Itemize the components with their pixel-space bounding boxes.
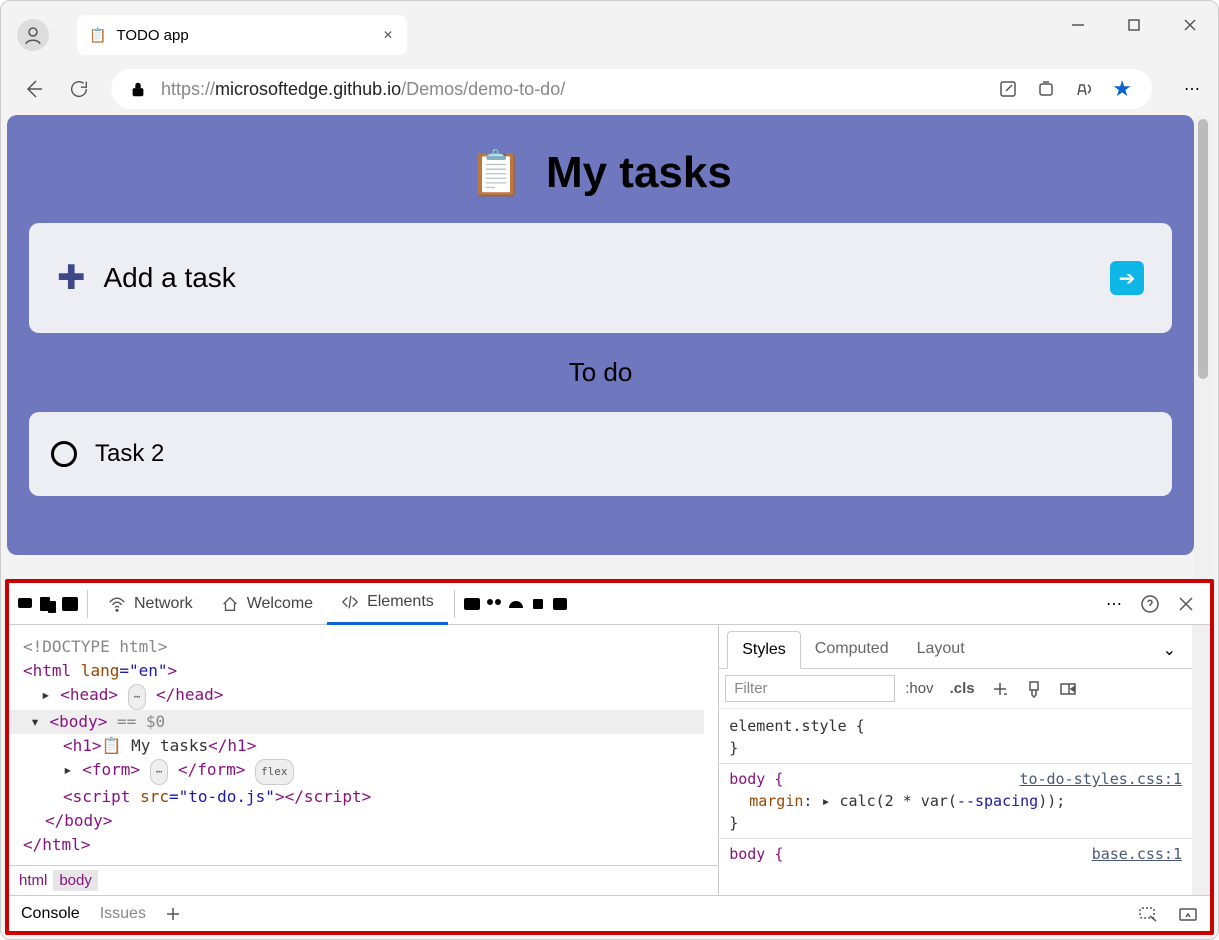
tab-favicon-icon: 📋: [89, 27, 106, 44]
sources-icon[interactable]: [483, 594, 505, 614]
devtools-close-icon[interactable]: [1178, 596, 1194, 612]
browser-window: 📋 TODO app ✕ https://microsoftedge.githu…: [0, 0, 1219, 940]
refresh-button[interactable]: [65, 75, 93, 103]
titlebar: 📋 TODO app ✕: [1, 1, 1218, 63]
tab-elements[interactable]: Elements: [327, 583, 448, 625]
drawer-add-icon[interactable]: [166, 907, 180, 921]
drawer-icon-a[interactable]: [1138, 905, 1158, 923]
submit-button[interactable]: ➔: [1110, 261, 1144, 295]
section-label: To do: [29, 357, 1172, 388]
drawer-issues[interactable]: Issues: [100, 905, 146, 923]
url-box[interactable]: https://microsoftedge.github.io/Demos/de…: [111, 69, 1152, 109]
hov-button[interactable]: :hov: [905, 680, 933, 697]
styles-tab[interactable]: Styles: [727, 631, 801, 669]
url-text: https://microsoftedge.github.io/Demos/de…: [161, 79, 565, 100]
profile-avatar[interactable]: [17, 19, 49, 51]
favorite-star-icon[interactable]: ★: [1112, 76, 1132, 102]
tab-close-icon[interactable]: ✕: [381, 28, 395, 42]
brush-icon[interactable]: [1025, 680, 1043, 698]
inspect-icon[interactable]: [15, 594, 37, 614]
performance-icon[interactable]: [505, 594, 527, 614]
tab-welcome[interactable]: Welcome: [207, 583, 327, 625]
devtools-tabs: Network Welcome Elements ⋯: [9, 583, 1210, 625]
add-task-row[interactable]: ✚ Add a task ➔: [29, 223, 1172, 333]
styles-scrollbar[interactable]: [1192, 625, 1210, 895]
more-tabs-icon[interactable]: [571, 596, 593, 612]
collections-icon[interactable]: [1036, 79, 1056, 99]
new-tab-button[interactable]: [411, 27, 451, 43]
dom-tree[interactable]: <!DOCTYPE html> <html lang="en"> ▸ <head…: [9, 625, 718, 865]
layout-tab[interactable]: Layout: [903, 630, 979, 668]
memory-icon[interactable]: [527, 594, 549, 614]
styles-filter[interactable]: Filter: [725, 675, 895, 702]
computed-tab[interactable]: Computed: [801, 630, 903, 668]
close-window-button[interactable]: [1162, 1, 1218, 49]
app-heading: 📋 My tasks: [29, 147, 1172, 199]
read-aloud-icon[interactable]: [1074, 79, 1094, 99]
devtools-main: <!DOCTYPE html> <html lang="en"> ▸ <head…: [9, 625, 1210, 895]
chevron-down-icon[interactable]: ⌄: [1155, 632, 1184, 668]
page-viewport: 📋 My tasks ✚ Add a task ➔ To do Task 2: [1, 115, 1218, 579]
heading-text: My tasks: [546, 148, 732, 198]
application-icon[interactable]: [549, 594, 571, 614]
new-rule-icon[interactable]: [991, 680, 1009, 698]
minimize-button[interactable]: [1050, 1, 1106, 49]
plus-icon: ✚: [57, 258, 86, 298]
dock-icon[interactable]: [59, 594, 81, 614]
task-row[interactable]: Task 2: [29, 412, 1172, 496]
browser-tab[interactable]: 📋 TODO app ✕: [77, 15, 407, 55]
drawer-console[interactable]: Console: [21, 905, 80, 923]
devtools-more-icon[interactable]: ⋯: [1106, 594, 1122, 614]
drawer-icon-b[interactable]: [1178, 905, 1198, 923]
devtools-drawer: Console Issues: [9, 895, 1210, 931]
menu-dots-icon[interactable]: ⋯: [1184, 79, 1200, 99]
app-page: 📋 My tasks ✚ Add a task ➔ To do Task 2: [7, 115, 1194, 555]
help-icon[interactable]: [1140, 594, 1160, 614]
devtools-panel: Network Welcome Elements ⋯: [5, 579, 1214, 935]
styles-pane: Styles Computed Layout ⌄ Filter :hov .cl…: [719, 625, 1192, 895]
device-toggle-icon[interactable]: [37, 594, 59, 614]
edit-icon[interactable]: [998, 79, 1018, 99]
add-task-placeholder: Add a task: [104, 262, 236, 294]
task-checkbox[interactable]: [51, 441, 77, 467]
maximize-button[interactable]: [1106, 1, 1162, 49]
clipboard-icon: 📋: [469, 147, 524, 199]
console-icon[interactable]: [461, 594, 483, 614]
css-rules[interactable]: element.style { } body { to-do-styles.cs…: [719, 709, 1192, 895]
cls-button[interactable]: .cls: [950, 680, 975, 697]
address-bar: https://microsoftedge.github.io/Demos/de…: [1, 63, 1218, 115]
back-button[interactable]: [19, 75, 47, 103]
url-actions: ★: [998, 76, 1134, 102]
dom-breadcrumb[interactable]: html body: [9, 865, 718, 895]
lock-icon: [129, 80, 147, 98]
task-label: Task 2: [95, 440, 164, 468]
panel-toggle-icon[interactable]: [1059, 680, 1077, 698]
window-controls: [1050, 1, 1218, 49]
dom-pane: <!DOCTYPE html> <html lang="en"> ▸ <head…: [9, 625, 719, 895]
tab-network[interactable]: Network: [94, 583, 207, 625]
page-scrollbar[interactable]: [1194, 115, 1212, 579]
tab-title: TODO app: [116, 27, 371, 44]
